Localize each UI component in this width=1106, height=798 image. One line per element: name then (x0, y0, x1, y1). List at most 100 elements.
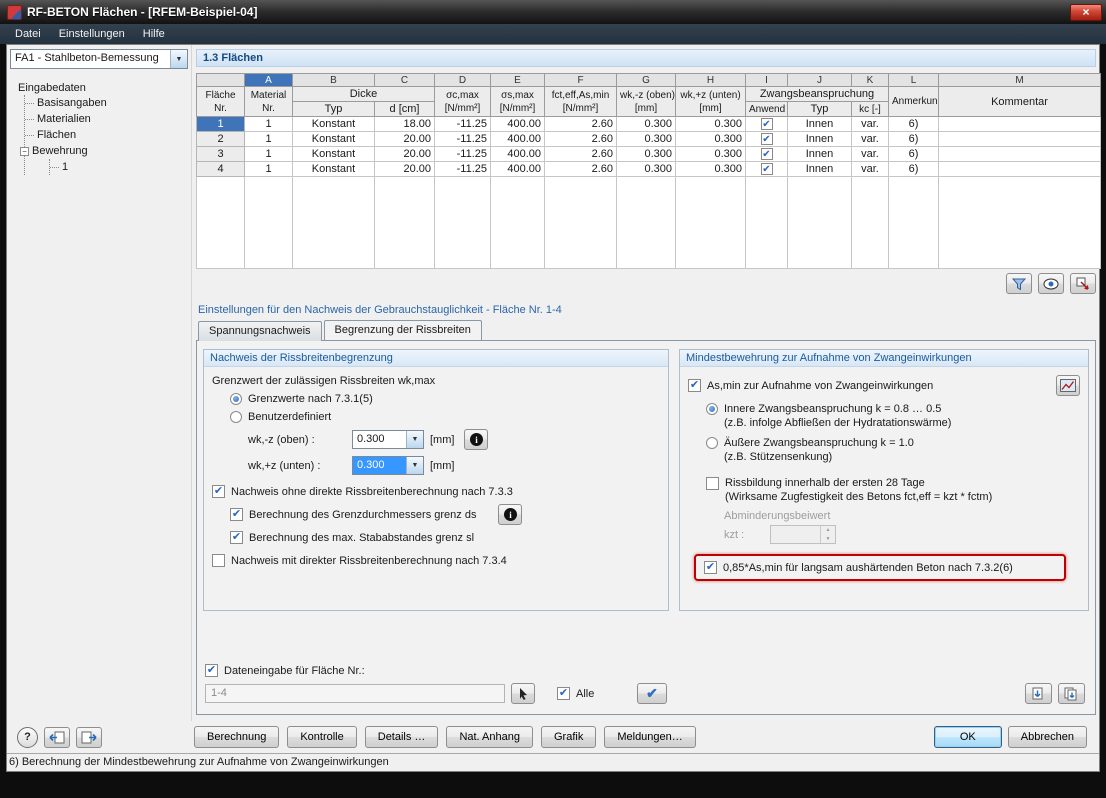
cell-komm[interactable] (938, 116, 1101, 132)
column-letter[interactable]: E (490, 73, 545, 87)
chevron-down-icon[interactable]: ▼ (170, 50, 187, 68)
cell-material[interactable]: 1 (244, 161, 293, 177)
cell-sc[interactable]: -11.25 (434, 146, 491, 162)
column-letter[interactable]: F (544, 73, 617, 87)
cell-komm[interactable] (938, 131, 1101, 147)
menu-hilfe[interactable]: Hilfe (134, 26, 174, 42)
help-button[interactable]: ? (17, 726, 38, 748)
cell-d[interactable]: 20.00 (374, 146, 435, 162)
cb-nachweis-direkt[interactable]: Nachweis mit direkter Rissbreitenberechn… (212, 554, 660, 567)
cell-ztyp[interactable]: Innen (787, 161, 852, 177)
cell-d[interactable]: 20.00 (374, 131, 435, 147)
column-letter[interactable]: A (244, 73, 293, 87)
cell-wkz[interactable]: 0.300 (616, 131, 676, 147)
cell-wkp[interactable]: 0.300 (675, 116, 746, 132)
cell-d[interactable]: 20.00 (374, 161, 435, 177)
checkbox-icon[interactable]: ✔ (688, 379, 701, 392)
tab-begrenzung-rissbreiten[interactable]: Begrenzung der Rissbreiten (323, 320, 482, 340)
table-nav-forward-button[interactable] (76, 726, 102, 748)
cell-typ[interactable]: Konstant (292, 131, 375, 147)
cell-nr[interactable]: 4 (196, 161, 245, 177)
checkbox-icon[interactable]: ✔ (212, 485, 225, 498)
cell-ztyp[interactable]: Innen (787, 146, 852, 162)
cb-grenzdurchmesser[interactable]: ✔ Berechnung des Grenzdurchmessers grenz… (230, 504, 660, 525)
cell-sc[interactable]: -11.25 (434, 116, 491, 132)
cell-material[interactable]: 1 (244, 146, 293, 162)
cb-dateneingabe[interactable]: ✔ Dateneingabe für Fläche Nr.: (205, 664, 667, 677)
copy-settings-button[interactable] (1025, 683, 1052, 704)
cell-sc[interactable]: -11.25 (434, 161, 491, 177)
checkbox-icon[interactable] (212, 554, 225, 567)
ok-button[interactable]: OK (933, 726, 1002, 748)
jump-to-graphic-button[interactable] (1070, 273, 1096, 294)
nat-anhang-button[interactable]: Nat. Anhang (446, 726, 533, 748)
cell-ss[interactable]: 400.00 (490, 161, 545, 177)
column-letter[interactable]: B (292, 73, 375, 87)
surface-numbers-input[interactable]: 1-4 (205, 684, 505, 703)
checkbox-icon[interactable] (706, 477, 719, 490)
column-letter[interactable]: M (938, 73, 1101, 87)
column-letter[interactable]: C (374, 73, 435, 87)
cb-rissbildung-28[interactable]: Rissbildung innerhalb der ersten 28 Tage… (706, 476, 1080, 504)
cell-anwend[interactable]: ✔ (745, 161, 788, 177)
anwend-checkbox[interactable]: ✔ (760, 163, 773, 176)
cell-wkp[interactable]: 0.300 (675, 161, 746, 177)
cell-anm[interactable]: 6) (888, 161, 939, 177)
details-button[interactable]: Details … (364, 726, 439, 748)
cell-komm[interactable] (938, 146, 1101, 162)
cb-085-asmin[interactable]: ✔ 0,85*As,min für langsam aushärtenden B… (704, 561, 1013, 574)
cell-anwend[interactable]: ✔ (745, 131, 788, 147)
table-nav-back-button[interactable] (44, 726, 70, 748)
checkbox-icon[interactable]: ✔ (704, 561, 717, 574)
anwend-checkbox[interactable]: ✔ (760, 118, 773, 131)
tree-item-basisangaben[interactable]: Basisangaben (25, 95, 188, 111)
tree-item-bewehrung-1[interactable]: 1 (50, 159, 188, 175)
cancel-button[interactable]: Abbrechen (1007, 726, 1087, 748)
cb-alle[interactable]: ✔ Alle (557, 687, 594, 700)
cell-anm[interactable]: 6) (888, 131, 939, 147)
cell-fct[interactable]: 2.60 (544, 161, 617, 177)
cell-wkz[interactable]: 0.300 (616, 116, 676, 132)
cell-nr[interactable]: 2 (196, 131, 245, 147)
apply-button[interactable]: ✔ (637, 683, 667, 704)
wk-info-button[interactable]: i (464, 429, 489, 450)
cell-kc[interactable]: var. (851, 146, 889, 162)
column-letter[interactable]: J (787, 73, 852, 87)
radio-benutzerdefiniert[interactable]: Benutzerdefiniert (230, 411, 660, 423)
cell-wkp[interactable]: 0.300 (675, 146, 746, 162)
cell-fct[interactable]: 2.60 (544, 131, 617, 147)
tree-item-eingabedaten[interactable]: Eingabedaten (16, 81, 188, 95)
radio-innere-zwang[interactable]: Innere Zwangsbeanspruchung k = 0.8 … 0.5… (706, 402, 1080, 430)
tree-item-bewehrung[interactable]: − Bewehrung (20, 143, 188, 159)
pick-surfaces-button[interactable] (511, 683, 535, 704)
radio-icon[interactable] (230, 393, 242, 405)
collapse-icon[interactable]: − (20, 146, 29, 156)
grafik-button[interactable]: Grafik (541, 726, 597, 748)
column-letter[interactable]: H (675, 73, 746, 87)
anwend-checkbox[interactable]: ✔ (760, 133, 773, 146)
cell-wkp[interactable]: 0.300 (675, 131, 746, 147)
cell-wkz[interactable]: 0.300 (616, 161, 676, 177)
column-letter[interactable]: G (616, 73, 676, 87)
diagram-button[interactable] (1056, 375, 1080, 396)
cell-nr[interactable]: 3 (196, 146, 245, 162)
cell-ss[interactable]: 400.00 (490, 146, 545, 162)
cell-fct[interactable]: 2.60 (544, 146, 617, 162)
radio-icon[interactable] (230, 411, 242, 423)
wk-unten-combobox[interactable]: 0.300 ▼ (352, 456, 424, 475)
cell-komm[interactable] (938, 161, 1101, 177)
cell-ss[interactable]: 400.00 (490, 116, 545, 132)
tree-item-flaechen[interactable]: Flächen (25, 127, 188, 143)
menu-einstellungen[interactable]: Einstellungen (50, 26, 134, 42)
cell-wkz[interactable]: 0.300 (616, 146, 676, 162)
column-letter[interactable]: D (434, 73, 491, 87)
close-button[interactable]: × (1070, 3, 1102, 21)
kontrolle-button[interactable]: Kontrolle (287, 726, 357, 748)
cell-material[interactable]: 1 (244, 116, 293, 132)
radio-aeussere-zwang[interactable]: Äußere Zwangsbeanspruchung k = 1.0 (z.B.… (706, 436, 1080, 464)
cell-typ[interactable]: Konstant (292, 146, 375, 162)
cell-ss[interactable]: 400.00 (490, 131, 545, 147)
radio-icon[interactable] (706, 437, 718, 449)
cell-material[interactable]: 1 (244, 131, 293, 147)
cell-ztyp[interactable]: Innen (787, 116, 852, 132)
